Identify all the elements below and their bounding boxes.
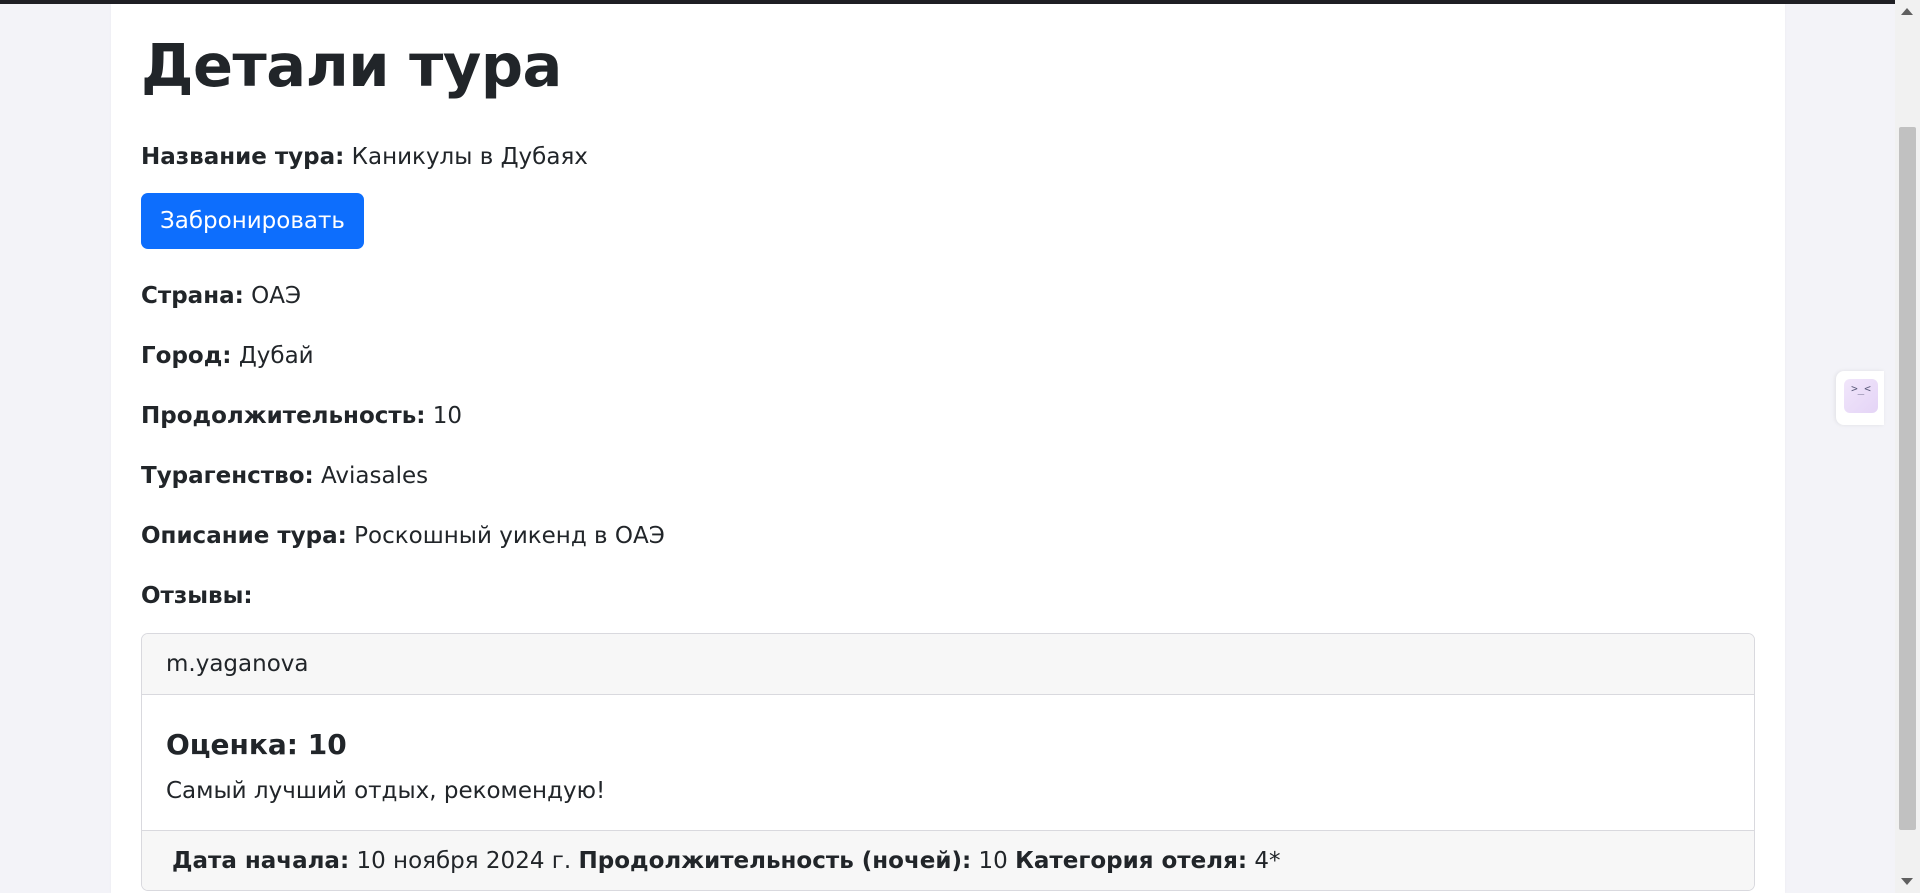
scroll-up-arrow-icon[interactable] [1901, 8, 1913, 15]
description-row: Описание тура: Роскошный уикенд в ОАЭ [141, 521, 665, 551]
review-card-header: m.yaganova [142, 634, 1754, 695]
hotel-category-label: Категория отеля: [1015, 848, 1248, 874]
start-date-label: Дата начала: [172, 848, 350, 874]
reviews-heading: Отзывы: [141, 581, 253, 611]
main-container: Детали тура Название тура: Каникулы в Ду… [111, 4, 1785, 893]
tour-name-label: Название тура: [141, 144, 345, 170]
country-label: Страна: [141, 283, 244, 309]
nights-label: Продолжительность (ночей): [578, 848, 972, 874]
country-row: Страна: ОАЭ [141, 281, 301, 311]
page-title: Детали тура [141, 31, 562, 100]
city-label: Город: [141, 343, 232, 369]
duration-value: 10 [432, 403, 463, 429]
scroll-down-arrow-icon[interactable] [1901, 878, 1913, 885]
duration-label: Продолжительность: [141, 403, 426, 429]
scrollbar-thumb[interactable] [1899, 127, 1916, 830]
review-card-footer: Дата начала: 10 ноября 2024 г. Продолжит… [142, 830, 1754, 890]
hotel-category-value: 4* [1254, 848, 1281, 874]
review-rating: Оценка: 10 [166, 728, 347, 761]
review-author: m.yaganova [166, 651, 309, 677]
review-trip-details: Дата начала: 10 ноября 2024 г. Продолжит… [172, 846, 1281, 876]
agency-row: Турагенство: Aviasales [141, 461, 428, 491]
duration-row: Продолжительность: 10 [141, 401, 462, 431]
description-label: Описание тура: [141, 523, 347, 549]
review-card: m.yaganova Оценка: 10 Самый лучший отдых… [141, 633, 1755, 891]
city-value: Дубай [238, 343, 314, 369]
start-date-value: 10 ноября 2024 г. [356, 848, 572, 874]
page-scrollbar[interactable] [1895, 0, 1920, 893]
review-text: Самый лучший отдых, рекомендую! [166, 778, 606, 804]
reviews-label: Отзывы: [141, 583, 253, 609]
description-value: Роскошный уикенд в ОАЭ [354, 523, 665, 549]
book-button[interactable]: Забронировать [141, 193, 364, 249]
side-widget-button[interactable]: >_< [1836, 371, 1884, 425]
agency-label: Турагенство: [141, 463, 314, 489]
nights-value: 10 [978, 848, 1008, 874]
face-icon: >_< [1844, 379, 1878, 413]
country-value: ОАЭ [251, 283, 302, 309]
tour-name-row: Название тура: Каникулы в Дубаях [141, 142, 588, 172]
agency-value: Aviasales [321, 463, 429, 489]
city-row: Город: Дубай [141, 341, 314, 371]
tour-name-value: Каникулы в Дубаях [351, 144, 588, 170]
